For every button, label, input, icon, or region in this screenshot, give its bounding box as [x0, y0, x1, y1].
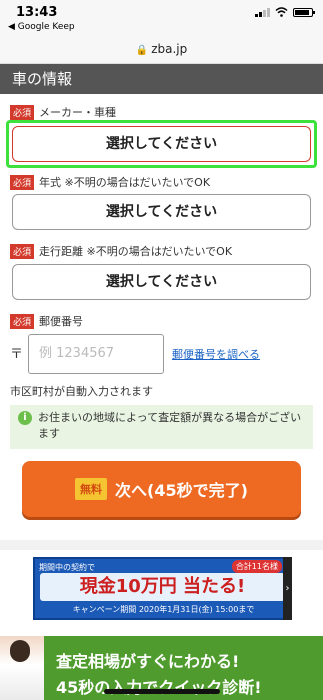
auto-fill-note: 市区町村が自動入力されます [10, 385, 153, 398]
year-select-button[interactable]: 選択してください [12, 194, 311, 230]
person-image [0, 636, 44, 700]
maker-label-text: メーカー・車種 [39, 106, 117, 119]
required-badge: 必須 [10, 243, 35, 259]
info-icon: i [18, 411, 32, 425]
mileage-label: 必須 走行距離 ※不明の場合はだいたいでOK [10, 243, 232, 259]
free-badge: 無料 [75, 478, 108, 500]
mileage-select-button[interactable]: 選択してください [12, 264, 311, 300]
divider [0, 540, 323, 550]
next-button[interactable]: 無料 次へ(45秒で完了) [22, 461, 301, 517]
postal-mark-icon: 〒 [10, 347, 24, 362]
status-icons [255, 7, 315, 17]
required-badge: 必須 [10, 174, 35, 190]
banner-main-text: 現金10万円 当たる! [40, 573, 285, 601]
status-bar: 13:43 ◀ Google Keep [0, 0, 323, 34]
wifi-icon [275, 7, 288, 17]
address-bar[interactable]: 🔒 zba.jp [0, 34, 323, 64]
footer-line2: 45秒の入力でクイック診断! [56, 678, 262, 697]
next-button-label: 次へ(45秒で完了) [115, 481, 248, 500]
info-notice-text: お住まいの地域によって査定額が異なる場合がございます [38, 411, 302, 440]
banner-next-arrow[interactable]: › [283, 557, 292, 620]
footer-line1: 査定相場がすぐにわかる! [56, 652, 240, 671]
zip-label: 必須 郵便番号 [10, 313, 83, 329]
year-label-text: 年式 ※不明の場合はだいたいでOK [39, 176, 211, 189]
info-notice: i お住まいの地域によって査定額が異なる場合がございます [10, 405, 313, 449]
banner-period-text: キャンペーン期間 2020年1月31日(金) 15:00まで [72, 605, 255, 614]
year-label: 必須 年式 ※不明の場合はだいたいでOK [10, 174, 210, 190]
url-text: zba.jp [151, 42, 188, 56]
banner-top-text: 期間中の契約で [39, 563, 95, 572]
banner-count-badge: 合計11名様 [231, 560, 282, 573]
mileage-label-text: 走行距離 ※不明の場合はだいたいでOK [39, 245, 233, 258]
back-to-app-link[interactable]: ◀ Google Keep [8, 22, 75, 32]
lock-icon: 🔒 [135, 45, 149, 56]
zip-label-text: 郵便番号 [39, 315, 84, 328]
zip-lookup-link[interactable]: 郵便番号を調べる [172, 346, 260, 362]
maker-select-button[interactable]: 選択してください [12, 126, 311, 162]
battery-icon [293, 7, 315, 17]
campaign-banner[interactable]: 期間中の契約で 合計11名様 現金10万円 当たる! キャンペーン期間 2020… [33, 557, 290, 620]
maker-label: 必須 メーカー・車種 [10, 104, 116, 120]
section-header: 車の情報 [0, 64, 323, 94]
required-badge: 必須 [10, 104, 35, 120]
home-indicator[interactable] [104, 689, 220, 694]
signal-icon [255, 7, 270, 17]
required-badge: 必須 [10, 313, 35, 329]
status-time: 13:43 [16, 5, 58, 20]
zip-input[interactable]: 例 1234567 [28, 334, 164, 374]
